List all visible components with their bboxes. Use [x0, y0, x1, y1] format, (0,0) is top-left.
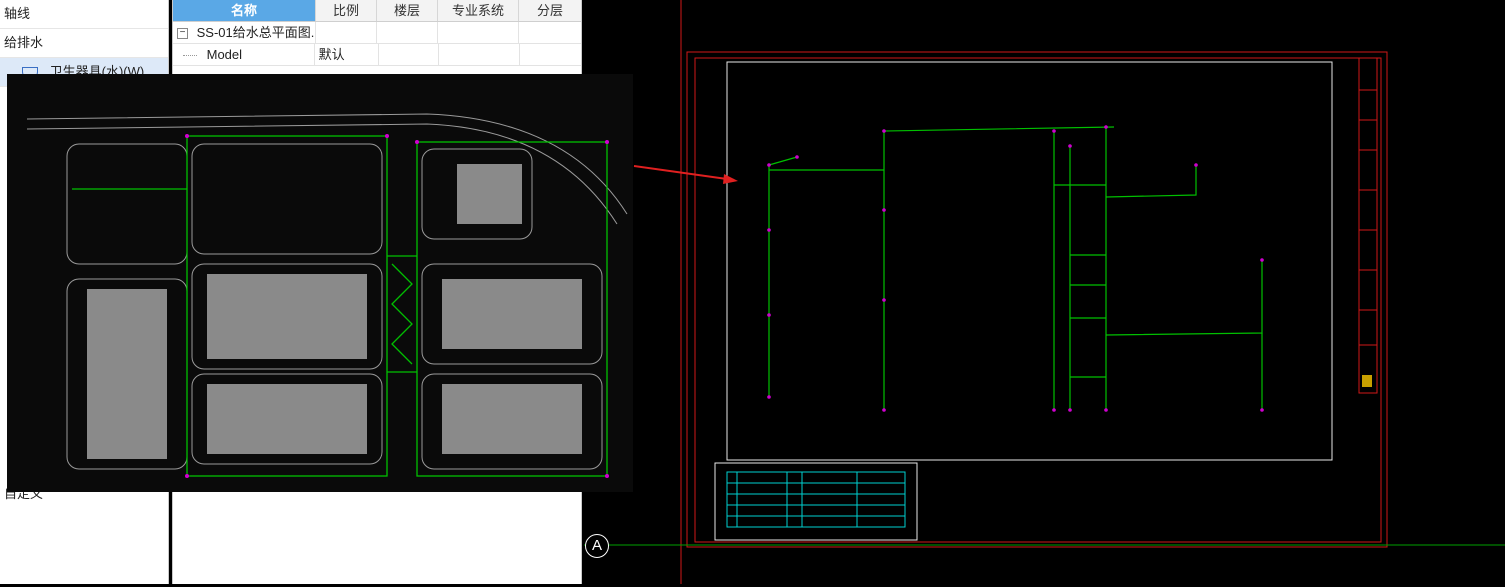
col-system[interactable]: 专业系统 [438, 0, 519, 21]
nav-item-plumbing[interactable]: 给排水 [0, 29, 168, 58]
site-plan-preview [7, 74, 633, 492]
row-scale: 默认 [315, 44, 379, 65]
axis-label-a: A [585, 534, 609, 558]
tree-line [183, 55, 197, 57]
col-layer[interactable]: 分层 [519, 0, 581, 21]
col-name[interactable]: 名称 [173, 0, 316, 21]
cad-drawing [584, 0, 1505, 584]
site-plan-drawing [26, 113, 628, 478]
collapse-icon[interactable]: − [177, 28, 188, 40]
row-name: SS-01给水总平面图... [196, 25, 316, 40]
row-scale [316, 22, 377, 43]
cad-canvas[interactable] [584, 0, 1505, 584]
nav-item-axis[interactable]: 轴线 [0, 0, 168, 29]
table-row[interactable]: − SS-01给水总平面图... [173, 22, 581, 44]
table-header: 名称 比例 楼层 专业系统 分层 [173, 0, 581, 22]
col-scale[interactable]: 比例 [316, 0, 377, 21]
table-row[interactable]: Model 默认 [173, 44, 581, 66]
col-floor[interactable]: 楼层 [377, 0, 438, 21]
row-name: Model [206, 47, 243, 62]
